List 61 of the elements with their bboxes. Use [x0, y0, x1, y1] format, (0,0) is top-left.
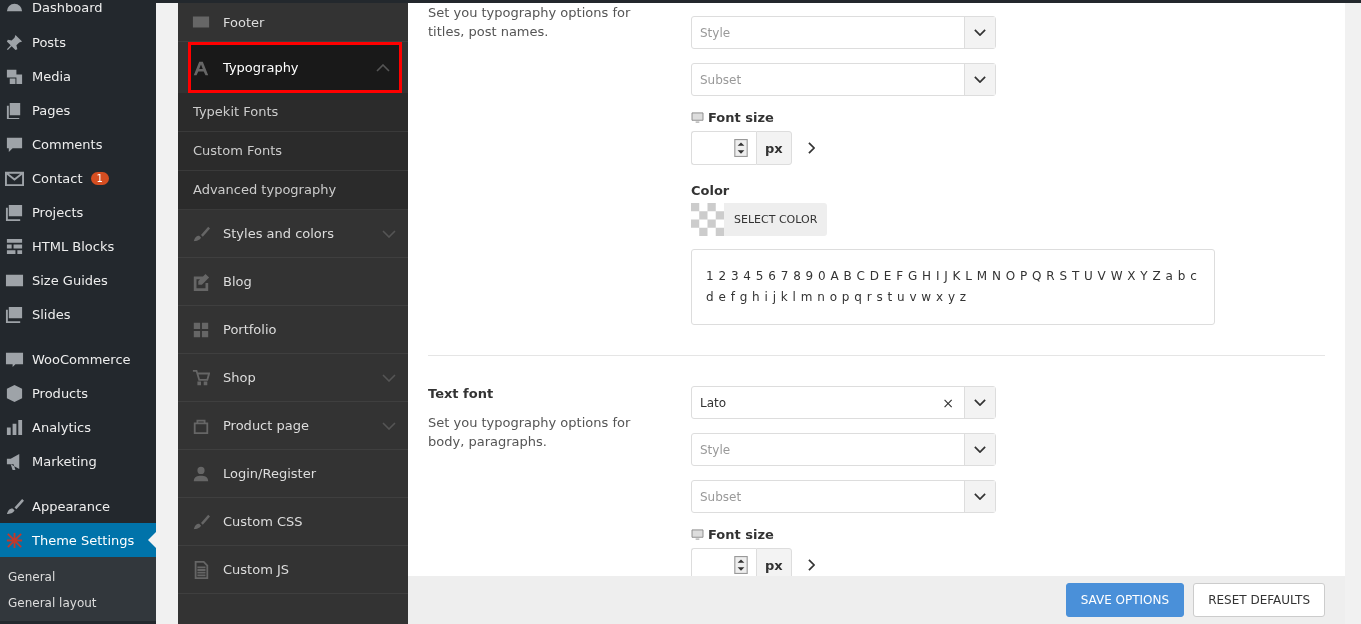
brush-icon — [192, 512, 210, 531]
bars-icon — [5, 417, 24, 437]
admin-menu-item[interactable]: Projects — [0, 195, 156, 229]
admin-submenu-item[interactable]: General — [0, 565, 156, 591]
admin-menu-item[interactable]: Products — [0, 376, 156, 410]
footer-button[interactable]: RESET DEFAULTS — [1193, 583, 1325, 617]
spinner-icon[interactable] — [734, 139, 748, 157]
chevron-down-icon — [974, 399, 986, 406]
section-description: Set you typography options for titles, post names. — [428, 4, 632, 41]
admin-menu-item[interactable]: WooCommerce — [0, 342, 156, 376]
theme-submenu-item[interactable]: Advanced typography — [178, 171, 408, 210]
brush-icon — [192, 224, 210, 243]
user-icon — [192, 464, 210, 483]
admin-menu-item[interactable]: Size Guides — [0, 263, 156, 297]
chevron-right-icon[interactable] — [807, 142, 815, 154]
chevron-down-icon — [974, 29, 986, 36]
chevron-right-icon[interactable] — [807, 559, 815, 571]
brush-icon — [5, 496, 24, 516]
unit-label: px — [756, 548, 792, 576]
section-description: Set you typography options for body, paragraphs. — [428, 414, 632, 451]
color-label: Color — [691, 183, 731, 198]
pictures-icon — [5, 202, 24, 222]
font-size-label: Font size — [708, 527, 774, 542]
admin-menu-item[interactable]: Slides — [0, 297, 156, 331]
select-color-button[interactable]: SELECT COLOR — [691, 203, 828, 236]
edit-icon — [192, 272, 210, 291]
admin-menu-item[interactable]: Contact 1 — [0, 161, 156, 195]
admin-menu-item[interactable]: Posts — [0, 25, 156, 59]
monitor-icon — [691, 529, 704, 540]
grid4-icon — [192, 320, 210, 339]
unit-label: px — [756, 131, 792, 165]
font-preview: 1 2 3 4 5 6 7 8 9 0 A B C D E F G H I J K L M N O P Q R S T U V W X Y Z a b c d e f g h i j k l m n o p q r s t u v w x y z — [691, 249, 1215, 325]
admin-menu-item[interactable]: Pages — [0, 93, 156, 127]
font-size-label: Font size — [708, 110, 774, 125]
doc-icon — [192, 560, 210, 579]
theme-submenu-item[interactable]: Typekit Fonts — [178, 93, 408, 132]
admin-menu-item[interactable]: Marketing — [0, 444, 156, 478]
cart-icon — [192, 368, 210, 387]
spinner-icon[interactable] — [734, 556, 748, 574]
admin-submenu-item[interactable]: General layout — [0, 591, 156, 617]
chevron-down-icon — [974, 76, 986, 83]
font-select[interactable]: Lato × — [691, 386, 996, 419]
theme-menu-item[interactable]: Typography — [188, 42, 402, 93]
admin-menu-item[interactable]: Theme Settings — [0, 523, 156, 557]
font-size-input[interactable] — [691, 131, 756, 165]
admin-menu-item[interactable]: Media — [0, 59, 156, 93]
chevron-down-icon — [974, 493, 986, 500]
transparent-swatch-icon — [691, 203, 724, 236]
pin-icon — [5, 32, 24, 52]
count-badge: 1 — [90, 171, 109, 185]
chevron-down-icon — [974, 446, 986, 453]
pictures-icon — [5, 304, 24, 324]
admin-menu-item[interactable]: Comments — [0, 127, 156, 161]
grid-icon — [5, 236, 24, 256]
admin-menu-item[interactable]: HTML Blocks — [0, 229, 156, 263]
admin-menu-item[interactable]: Analytics — [0, 410, 156, 444]
clear-icon[interactable]: × — [932, 394, 964, 411]
section-title: Text font — [428, 386, 495, 401]
admin-menu-item[interactable]: Appearance — [0, 489, 156, 523]
monitor-icon — [691, 112, 704, 123]
theme-submenu-item[interactable]: Custom Fonts — [178, 132, 408, 171]
